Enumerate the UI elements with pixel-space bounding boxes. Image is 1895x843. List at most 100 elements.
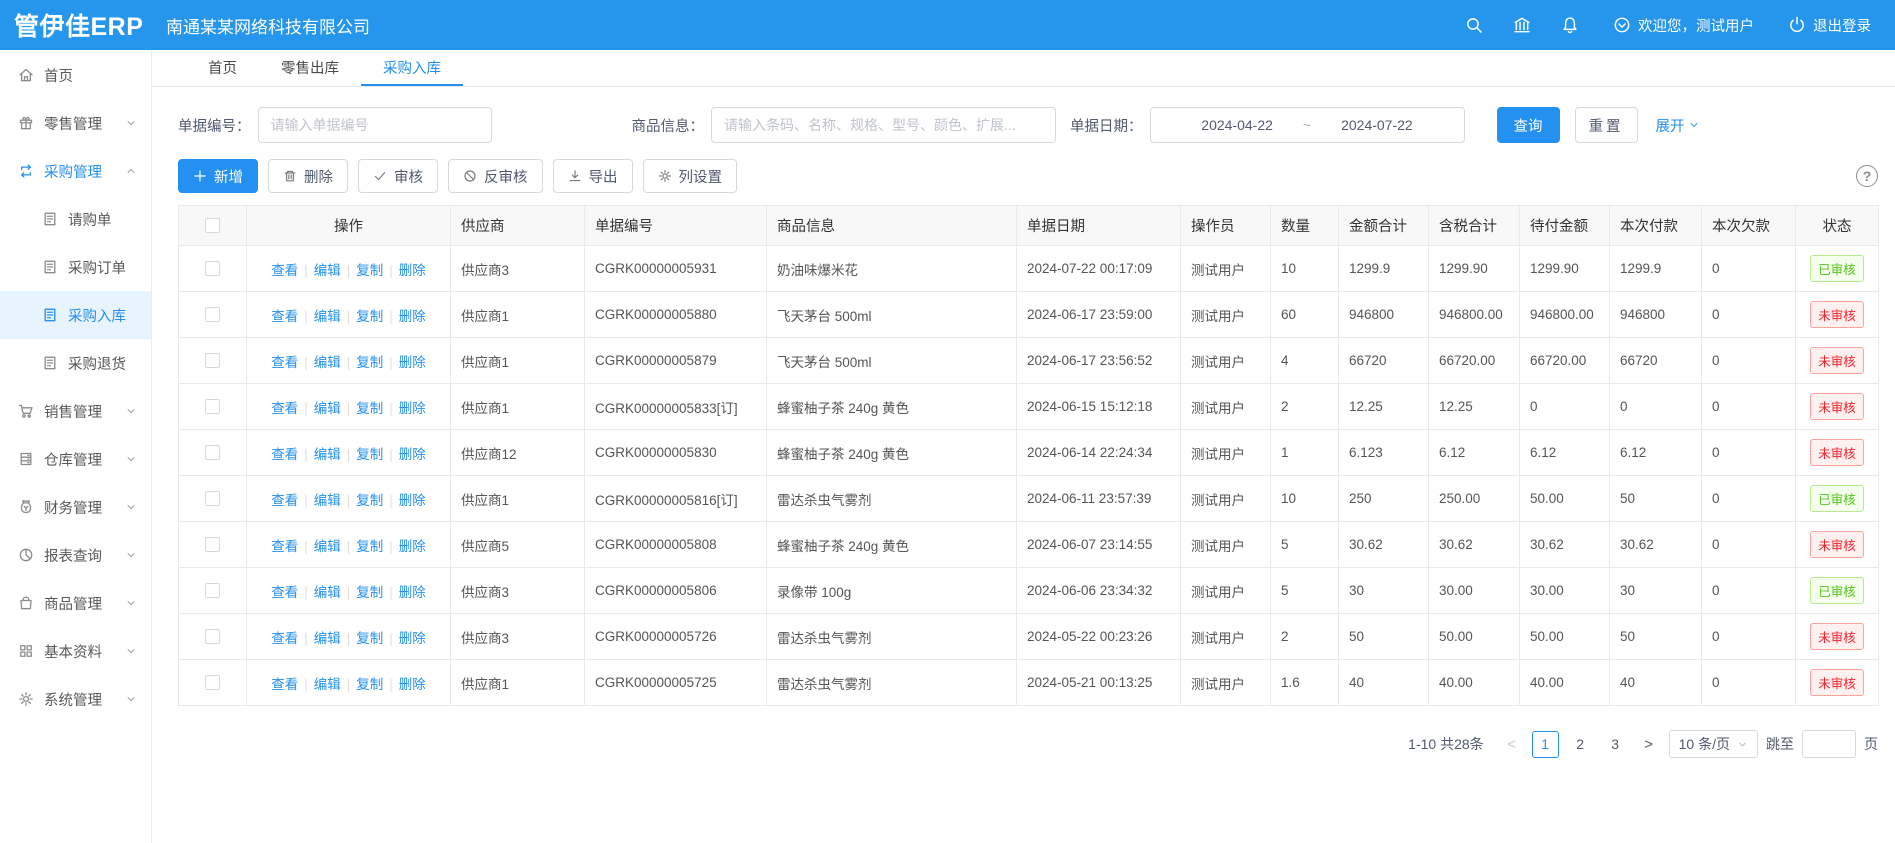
tab-retail-outbound[interactable]: 零售出库	[259, 50, 361, 86]
action-link[interactable]: 编辑	[314, 447, 341, 462]
tab-purchase-inbound[interactable]: 采购入库	[361, 50, 463, 86]
action-link[interactable]: 复制	[356, 585, 383, 600]
row-checkbox[interactable]	[205, 491, 220, 506]
bill-no-input[interactable]	[258, 107, 492, 143]
action-link[interactable]: 查看	[271, 539, 298, 554]
row-checkbox[interactable]	[205, 399, 220, 414]
action-link[interactable]: 删除	[399, 677, 426, 692]
page-button-2[interactable]: 2	[1567, 731, 1594, 758]
action-link[interactable]: 查看	[271, 355, 298, 370]
action-link[interactable]: 复制	[356, 631, 383, 646]
help-icon[interactable]	[1856, 165, 1878, 187]
action-link[interactable]: 删除	[399, 263, 426, 278]
action-separator: |	[347, 355, 351, 370]
logout-button[interactable]: 退出登录	[1788, 15, 1871, 36]
sidebar-item-system-mgmt[interactable]: 系统管理	[0, 675, 151, 723]
action-link[interactable]: 复制	[356, 447, 383, 462]
sidebar-item-basic-data[interactable]: 基本资料	[0, 627, 151, 675]
reset-button[interactable]: 重置	[1575, 107, 1638, 143]
action-link[interactable]: 查看	[271, 309, 298, 324]
action-link[interactable]: 编辑	[314, 493, 341, 508]
action-link[interactable]: 编辑	[314, 539, 341, 554]
action-link[interactable]: 删除	[399, 309, 426, 324]
action-link[interactable]: 查看	[271, 631, 298, 646]
row-checkbox[interactable]	[205, 675, 220, 690]
company-name: 南通某某网络科技有限公司	[166, 13, 370, 38]
sidebar-item-finance-mgmt[interactable]: 财务管理	[0, 483, 151, 531]
sidebar-item-goods-mgmt[interactable]: 商品管理	[0, 579, 151, 627]
row-checkbox[interactable]	[205, 353, 220, 368]
column-settings-button[interactable]: 列设置	[643, 159, 738, 193]
sidebar-item-retail-mgmt[interactable]: 零售管理	[0, 99, 151, 147]
action-link[interactable]: 查看	[271, 401, 298, 416]
action-link[interactable]: 编辑	[314, 309, 341, 324]
action-link[interactable]: 复制	[356, 493, 383, 508]
action-link[interactable]: 查看	[271, 263, 298, 278]
audit-button[interactable]: 审核	[358, 159, 438, 193]
select-all-checkbox[interactable]	[205, 218, 220, 233]
sidebar-item-purchase-order[interactable]: 采购订单	[0, 243, 151, 291]
prev-page-button[interactable]: <	[1500, 736, 1524, 753]
page-button-1[interactable]: 1	[1532, 731, 1559, 758]
cell-paid: 66720	[1610, 338, 1702, 384]
action-link[interactable]: 复制	[356, 539, 383, 554]
action-link[interactable]: 复制	[356, 677, 383, 692]
action-link[interactable]: 查看	[271, 585, 298, 600]
user-menu[interactable]: 欢迎您，测试用户	[1613, 15, 1754, 36]
sidebar-item-warehouse-mgmt[interactable]: 仓库管理	[0, 435, 151, 483]
delete-button[interactable]: 删除	[268, 159, 348, 193]
action-link[interactable]: 复制	[356, 355, 383, 370]
cell-paid: 1299.9	[1610, 246, 1702, 292]
row-checkbox[interactable]	[205, 261, 220, 276]
page-button-3[interactable]: 3	[1602, 731, 1629, 758]
unaudit-button[interactable]: 反审核	[448, 159, 543, 193]
action-link[interactable]: 复制	[356, 309, 383, 324]
action-link[interactable]: 查看	[271, 493, 298, 508]
export-button[interactable]: 导出	[553, 159, 633, 193]
cell-paid: 30	[1610, 568, 1702, 614]
bank-icon[interactable]	[1513, 16, 1531, 34]
sidebar-item-purchase-mgmt[interactable]: 采购管理	[0, 147, 151, 195]
expand-link[interactable]: 展开	[1656, 115, 1700, 136]
bell-icon[interactable]	[1561, 16, 1579, 34]
action-link[interactable]: 查看	[271, 677, 298, 692]
date-range-input[interactable]: 2024-04-22 ~ 2024-07-22	[1150, 107, 1465, 143]
page-size-select[interactable]: 10 条/页	[1669, 730, 1758, 758]
sidebar-item-purchase-request[interactable]: 请购单	[0, 195, 151, 243]
add-button[interactable]: 新增	[178, 159, 258, 193]
sidebar-item-purchase-return[interactable]: 采购退货	[0, 339, 151, 387]
cell-amount_tax: 40.00	[1429, 660, 1520, 706]
action-link[interactable]: 编辑	[314, 355, 341, 370]
action-separator: |	[304, 539, 308, 554]
action-link[interactable]: 复制	[356, 263, 383, 278]
sidebar-item-home[interactable]: 首页	[0, 51, 151, 99]
action-link[interactable]: 编辑	[314, 631, 341, 646]
action-link[interactable]: 编辑	[314, 401, 341, 416]
search-button[interactable]: 查询	[1497, 107, 1560, 143]
row-checkbox[interactable]	[205, 307, 220, 322]
action-link[interactable]: 删除	[399, 539, 426, 554]
action-link[interactable]: 编辑	[314, 263, 341, 278]
next-page-button[interactable]: >	[1637, 736, 1661, 753]
action-link[interactable]: 删除	[399, 493, 426, 508]
action-link[interactable]: 删除	[399, 447, 426, 462]
jump-page-input[interactable]	[1802, 730, 1856, 758]
action-link[interactable]: 查看	[271, 447, 298, 462]
tab-home[interactable]: 首页	[186, 50, 259, 86]
action-link[interactable]: 编辑	[314, 677, 341, 692]
sidebar-item-report-query[interactable]: 报表查询	[0, 531, 151, 579]
sidebar-item-purchase-inbound[interactable]: 采购入库	[0, 291, 151, 339]
row-checkbox[interactable]	[205, 583, 220, 598]
action-link[interactable]: 复制	[356, 401, 383, 416]
product-input[interactable]	[711, 107, 1056, 143]
action-link[interactable]: 删除	[399, 401, 426, 416]
action-link[interactable]: 删除	[399, 355, 426, 370]
row-checkbox[interactable]	[205, 445, 220, 460]
row-checkbox[interactable]	[205, 629, 220, 644]
action-link[interactable]: 删除	[399, 631, 426, 646]
action-link[interactable]: 编辑	[314, 585, 341, 600]
action-link[interactable]: 删除	[399, 585, 426, 600]
search-icon[interactable]	[1465, 16, 1483, 34]
row-checkbox[interactable]	[205, 537, 220, 552]
sidebar-item-sales-mgmt[interactable]: 销售管理	[0, 387, 151, 435]
